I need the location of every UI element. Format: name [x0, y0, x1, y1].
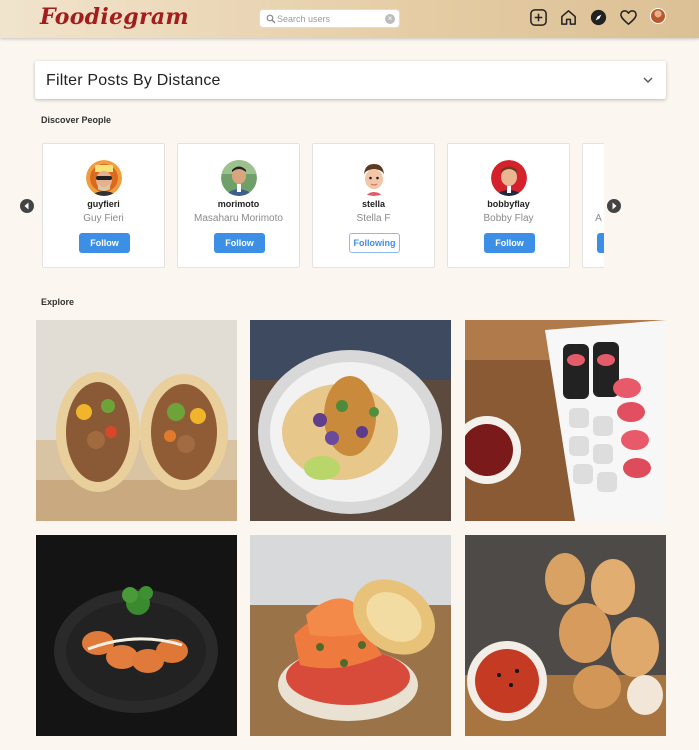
follow-button[interactable]: Follow — [484, 233, 535, 253]
carousel-next-button[interactable] — [607, 199, 621, 213]
top-nav-bar: Foodiegram × — [0, 0, 699, 38]
clear-search-icon[interactable]: × — [385, 14, 395, 24]
person-card-bobbyflay[interactable]: bobbyflay Bobby Flay Follow — [447, 143, 570, 268]
discover-people-heading: Discover People — [41, 115, 112, 125]
search-icon — [266, 14, 276, 24]
explore-heading: Explore — [41, 297, 75, 307]
follow-button[interactable]: Follow — [79, 233, 130, 253]
person-card-morimoto[interactable]: morimoto Masaharu Morimoto Follow — [177, 143, 300, 268]
person-card-stella[interactable]: stella Stella F Following — [312, 143, 435, 268]
explore-post-burrito[interactable] — [36, 320, 237, 521]
compass-icon[interactable] — [589, 8, 608, 27]
follow-button[interactable] — [597, 233, 604, 253]
filter-posts-panel[interactable]: Filter Posts By Distance — [35, 61, 666, 99]
person-username[interactable]: morimoto — [178, 199, 299, 209]
discover-people-carousel[interactable]: guyfieri Guy Fieri Follow morimoto Masah… — [40, 143, 604, 268]
search-input[interactable] — [277, 11, 385, 26]
filter-panel-title: Filter Posts By Distance — [46, 72, 221, 89]
person-full-name: A — [595, 213, 602, 224]
person-username[interactable]: bobbyflay — [448, 199, 569, 209]
heart-icon[interactable] — [619, 8, 638, 27]
avatar[interactable] — [221, 160, 257, 196]
follow-button[interactable]: Follow — [214, 233, 265, 253]
person-username[interactable]: stella — [313, 199, 434, 209]
person-full-name: Stella F — [356, 213, 391, 224]
explore-post-sushi-rolls[interactable] — [465, 320, 666, 521]
person-card-guyfieri[interactable]: guyfieri Guy Fieri Follow — [42, 143, 165, 268]
following-button[interactable]: Following — [349, 233, 400, 253]
explore-post-dark-plate-sushi[interactable] — [36, 535, 237, 736]
person-username[interactable]: guyfieri — [43, 199, 164, 209]
explore-post-salmon-bagel[interactable] — [250, 535, 451, 736]
carousel-prev-button[interactable] — [20, 199, 34, 213]
chevron-down-icon[interactable] — [642, 74, 654, 86]
home-icon[interactable] — [559, 8, 578, 27]
explore-post-fried-chicken[interactable] — [465, 535, 666, 736]
add-post-icon[interactable] — [529, 8, 548, 27]
explore-post-tacos[interactable] — [250, 320, 451, 521]
profile-avatar[interactable] — [650, 8, 666, 24]
person-card-partial[interactable]: A — [582, 143, 604, 268]
avatar[interactable] — [491, 160, 527, 196]
search-box[interactable]: × — [259, 9, 400, 28]
person-full-name: Guy Fieri — [83, 213, 124, 224]
chevron-right-icon — [612, 202, 617, 210]
avatar[interactable] — [356, 160, 392, 196]
app-logo[interactable]: Foodiegram — [40, 4, 189, 30]
person-full-name: Masaharu Morimoto — [194, 213, 283, 224]
chevron-left-icon — [24, 202, 29, 210]
avatar[interactable] — [86, 160, 122, 196]
